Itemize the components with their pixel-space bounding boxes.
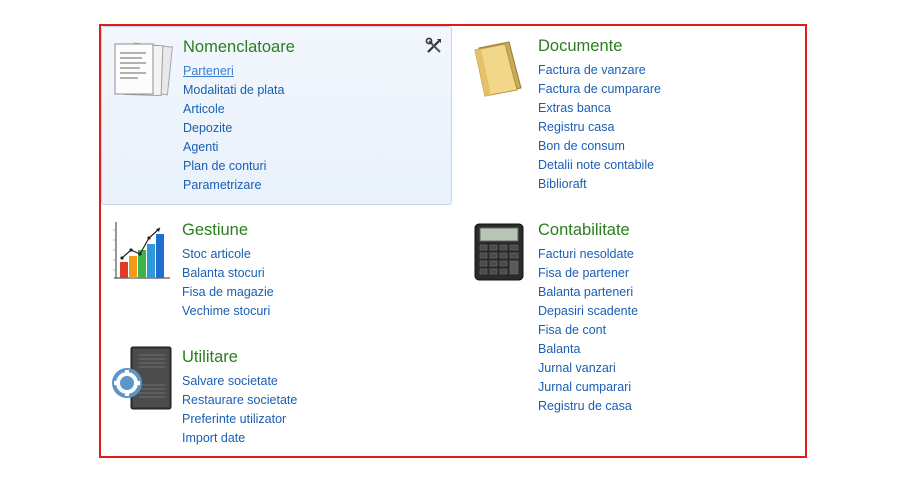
list-item: Vechime stocuri — [182, 301, 274, 320]
list-item: Factura de vanzare — [538, 60, 661, 79]
documents-stack-icon — [114, 42, 173, 97]
link-jurnal-cumparari[interactable]: Jurnal cumparari — [538, 380, 631, 394]
folder-icon — [474, 41, 522, 97]
panel-utilitare: Utilitare Salvare societate Restaurare s… — [101, 337, 450, 452]
link-agenti[interactable]: Agenti — [183, 140, 218, 154]
list-item: Detalii note contabile — [538, 155, 661, 174]
link-facturi-nesoldate[interactable]: Facturi nesoldate — [538, 247, 634, 261]
server-gear-icon — [112, 346, 172, 410]
link-factura-de-vanzare[interactable]: Factura de vanzare — [538, 63, 646, 77]
link-registru-de-casa[interactable]: Registru de casa — [538, 399, 632, 413]
link-parametrizare[interactable]: Parametrizare — [183, 178, 262, 192]
modules-frame: Nomenclatoare Parteneri Modalitati de pl… — [99, 24, 807, 458]
list-item: Salvare societate — [182, 371, 297, 390]
list-item: Factura de cumparare — [538, 79, 661, 98]
list-item: Depasiri scadente — [538, 301, 638, 320]
list-item: Registru de casa — [538, 396, 638, 415]
links-nomenclatoare: Parteneri Modalitati de plata Articole D… — [183, 61, 284, 194]
panel-contabilitate: Contabilitate Facturi nesoldate Fisa de … — [457, 210, 805, 420]
list-item: Depozite — [183, 118, 284, 137]
link-balanta-parteneri[interactable]: Balanta parteneri — [538, 285, 633, 299]
calculator-icon — [474, 223, 524, 281]
list-item: Facturi nesoldate — [538, 244, 638, 263]
list-item: Jurnal vanzari — [538, 358, 638, 377]
bar-chart-icon — [113, 222, 170, 279]
panel-title-nomenclatoare: Nomenclatoare — [183, 38, 295, 56]
link-depozite[interactable]: Depozite — [183, 121, 232, 135]
list-item: Plan de conturi — [183, 156, 284, 175]
panel-gestiune: Gestiune Stoc articole Balanta stocuri F… — [101, 210, 450, 320]
list-item: Balanta stocuri — [182, 263, 274, 282]
link-articole[interactable]: Articole — [183, 102, 225, 116]
list-item: Registru casa — [538, 117, 661, 136]
list-item: Stoc articole — [182, 244, 274, 263]
panel-nomenclatoare: Nomenclatoare Parteneri Modalitati de pl… — [101, 26, 452, 205]
list-item: Fisa de partener — [538, 263, 638, 282]
link-jurnal-vanzari[interactable]: Jurnal vanzari — [538, 361, 616, 375]
list-item: Jurnal cumparari — [538, 377, 638, 396]
list-item: Parametrizare — [183, 175, 284, 194]
link-salvare-societate[interactable]: Salvare societate — [182, 374, 278, 388]
link-fisa-de-cont[interactable]: Fisa de cont — [538, 323, 606, 337]
links-documente: Factura de vanzare Factura de cumparare … — [538, 60, 661, 193]
link-stoc-articole[interactable]: Stoc articole — [182, 247, 251, 261]
list-item: Fisa de cont — [538, 320, 638, 339]
link-vechime-stocuri[interactable]: Vechime stocuri — [182, 304, 270, 318]
list-item: Restaurare societate — [182, 390, 297, 409]
wrench-screwdriver-icon[interactable] — [425, 37, 443, 55]
link-detalii-note-contabile[interactable]: Detalii note contabile — [538, 158, 654, 172]
link-preferinte-utilizator[interactable]: Preferinte utilizator — [182, 412, 286, 426]
list-item: Import date — [182, 428, 297, 447]
link-extras-banca[interactable]: Extras banca — [538, 101, 611, 115]
link-depasiri-scadente[interactable]: Depasiri scadente — [538, 304, 638, 318]
list-item: Balanta parteneri — [538, 282, 638, 301]
list-item: Biblioraft — [538, 174, 661, 193]
list-item: Agenti — [183, 137, 284, 156]
list-item: Parteneri — [183, 61, 284, 80]
link-registru-casa[interactable]: Registru casa — [538, 120, 614, 134]
link-fisa-de-magazie[interactable]: Fisa de magazie — [182, 285, 274, 299]
links-utilitare: Salvare societate Restaurare societate P… — [182, 371, 297, 447]
list-item: Fisa de magazie — [182, 282, 274, 301]
panel-title-documente: Documente — [538, 37, 623, 55]
list-item: Articole — [183, 99, 284, 118]
panel-title-contabilitate: Contabilitate — [538, 221, 630, 239]
list-item: Modalitati de plata — [183, 80, 284, 99]
link-balanta[interactable]: Balanta — [538, 342, 580, 356]
link-bon-de-consum[interactable]: Bon de consum — [538, 139, 625, 153]
link-plan-de-conturi[interactable]: Plan de conturi — [183, 159, 266, 173]
link-modalitati-de-plata[interactable]: Modalitati de plata — [183, 83, 284, 97]
link-fisa-de-partener[interactable]: Fisa de partener — [538, 266, 629, 280]
link-biblioraft[interactable]: Biblioraft — [538, 177, 587, 191]
link-balanta-stocuri[interactable]: Balanta stocuri — [182, 266, 265, 280]
panel-title-gestiune: Gestiune — [182, 221, 249, 239]
list-item: Balanta — [538, 339, 638, 358]
panel-title-utilitare: Utilitare — [182, 348, 238, 366]
link-restaurare-societate[interactable]: Restaurare societate — [182, 393, 297, 407]
links-contabilitate: Facturi nesoldate Fisa de partener Balan… — [538, 244, 638, 415]
panel-documente: Documente Factura de vanzare Factura de … — [457, 26, 805, 203]
list-item: Preferinte utilizator — [182, 409, 297, 428]
link-parteneri[interactable]: Parteneri — [183, 64, 234, 78]
link-factura-de-cumparare[interactable]: Factura de cumparare — [538, 82, 661, 96]
link-import-date[interactable]: Import date — [182, 431, 245, 445]
list-item: Extras banca — [538, 98, 661, 117]
links-gestiune: Stoc articole Balanta stocuri Fisa de ma… — [182, 244, 274, 320]
list-item: Bon de consum — [538, 136, 661, 155]
